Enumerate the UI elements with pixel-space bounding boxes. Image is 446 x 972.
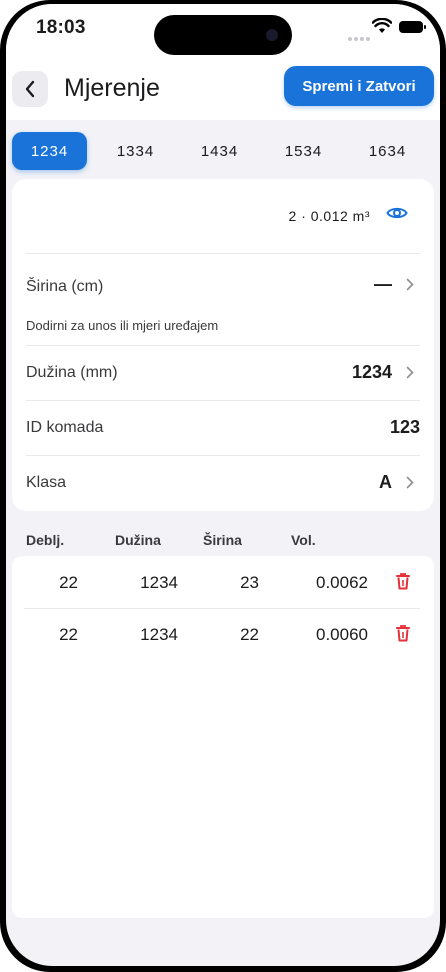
header-length: Dužina xyxy=(115,532,161,548)
cell-volume: 0.0060 xyxy=(316,625,368,644)
width-row[interactable]: Širina (cm) — Dodirni za unos ili mjeri … xyxy=(26,253,420,346)
table-row[interactable]: 22 1234 23 0.0062 xyxy=(12,556,434,608)
row-divider xyxy=(24,608,420,609)
dynamic-island xyxy=(154,15,292,55)
page-title: Mjerenje xyxy=(64,74,160,102)
measurements-list: 22 1234 23 0.0062 22 1234 22 0.0060 xyxy=(12,556,434,918)
cell-volume: 0.0062 xyxy=(316,573,368,592)
piece-id-label: ID komada xyxy=(26,419,104,436)
tab-1234[interactable]: 1234 xyxy=(12,132,87,170)
piece-id-value[interactable]: 123 xyxy=(390,417,420,438)
navigation-bar: Mjerenje Spremi i Zatvori xyxy=(6,56,440,120)
piece-id-row[interactable]: ID komada 123 xyxy=(26,400,420,456)
class-value: A xyxy=(379,472,392,492)
length-row[interactable]: Dužina (mm) 1234 xyxy=(26,345,420,401)
cell-width: 22 xyxy=(240,625,259,644)
length-value: 1234 xyxy=(351,362,392,382)
chevron-right-icon xyxy=(406,366,414,384)
battery-icon xyxy=(399,21,426,33)
volume-summary: 2 · 0.012 m³ xyxy=(289,205,408,226)
cell-length: 1234 xyxy=(140,573,178,592)
status-bar: 18:03 xyxy=(6,4,440,56)
measurement-tabs: 1234 1334 1434 1534 1634 xyxy=(12,132,440,172)
volume-summary-text: 2 · 0.012 m³ xyxy=(288,207,370,224)
trash-icon[interactable] xyxy=(396,624,410,647)
width-hint: Dodirni za unos ili mjeri uređajem xyxy=(26,318,219,333)
trash-icon[interactable] xyxy=(396,572,410,595)
width-value: — xyxy=(374,274,392,294)
device-frame: 18:03 Mjerenje Spremi i Zatvori 1234 133… xyxy=(0,0,446,972)
tab-1534[interactable]: 1534 xyxy=(266,132,341,170)
class-row[interactable]: Klasa A xyxy=(26,455,420,512)
cell-length: 1234 xyxy=(140,625,178,644)
chevron-left-icon xyxy=(25,80,35,98)
table-row[interactable]: 22 1234 22 0.0060 xyxy=(12,608,434,660)
cellular-signal-icon xyxy=(348,28,372,46)
back-button[interactable] xyxy=(12,71,48,107)
cell-thickness: 22 xyxy=(59,625,78,644)
class-label: Klasa xyxy=(26,474,67,491)
cell-width: 23 xyxy=(240,573,259,592)
length-label: Dužina (mm) xyxy=(26,364,118,381)
header-thickness: Deblj. xyxy=(26,532,65,548)
camera-icon xyxy=(266,29,278,41)
save-and-close-button[interactable]: Spremi i Zatvori xyxy=(284,66,434,106)
tab-1634[interactable]: 1634 xyxy=(350,132,425,170)
table-header: Deblj. Dužina Širina Vol. xyxy=(12,524,434,554)
wifi-icon xyxy=(371,17,393,39)
tab-1334[interactable]: 1334 xyxy=(98,132,173,170)
app-screen: 18:03 Mjerenje Spremi i Zatvori 1234 133… xyxy=(6,4,440,966)
header-width: Širina xyxy=(203,532,242,548)
width-label: Širina (cm) xyxy=(26,278,104,295)
cell-thickness: 22 xyxy=(59,573,78,592)
header-volume: Vol. xyxy=(291,532,316,548)
chevron-right-icon xyxy=(406,278,414,296)
chevron-right-icon xyxy=(406,476,414,494)
measurement-card: 2 · 0.012 m³ Širina (cm) — Dodirni za un… xyxy=(12,179,434,511)
eye-icon[interactable] xyxy=(386,205,408,226)
status-time: 18:03 xyxy=(36,17,86,38)
tab-1434[interactable]: 1434 xyxy=(182,132,257,170)
